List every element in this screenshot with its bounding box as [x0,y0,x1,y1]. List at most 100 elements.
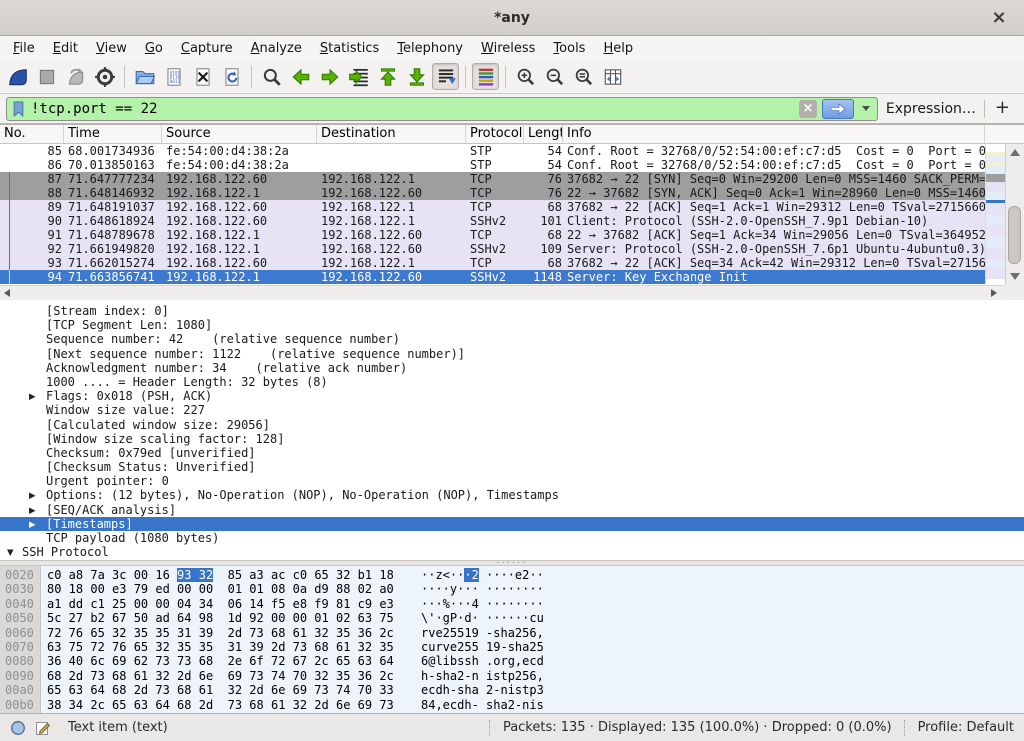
capture-restart-button[interactable] [62,63,89,90]
column-header-proto[interactable]: Protocol [466,125,524,143]
collapse-arrow-icon[interactable]: ▼ [7,546,14,559]
expand-arrow-icon[interactable]: ▶ [29,518,36,531]
detail-line[interactable]: [Stream index: 0] [0,304,1024,318]
scroll-right-arrow-icon[interactable] [991,289,997,297]
zoom-original-button[interactable] [570,63,597,90]
scroll-down-arrow-icon[interactable] [1010,273,1020,280]
packet-row-94[interactable]: 9471.663856741192.168.122.1192.168.122.6… [0,270,985,284]
display-filter-input[interactable]: !tcp.port == 22 × [6,97,878,121]
detail-line[interactable]: ▶[Timestamps] [0,517,1024,531]
resize-columns-button[interactable] [599,63,626,90]
vscrollbar-thumb[interactable] [1008,206,1021,264]
detail-line[interactable]: ▶Flags: 0x018 (PSH, ACK) [0,389,1024,403]
detail-line[interactable]: Urgent pointer: 0 [0,474,1024,488]
expert-info-icon[interactable] [10,720,26,736]
go-to-packet-button[interactable] [345,63,372,90]
capture-options-button[interactable] [91,63,118,90]
filter-dropdown-caret[interactable] [862,106,870,111]
hex-row[interactable]: 006072 76 65 32 35 35 31 39 2d 73 68 61 … [0,626,1024,640]
go-last-button[interactable] [403,63,430,90]
detail-line[interactable]: Sequence number: 42 (relative sequence n… [0,332,1024,346]
menu-item-capture[interactable]: Capture [172,39,242,58]
column-header-time[interactable]: Time [64,125,162,143]
menu-item-edit[interactable]: Edit [44,39,87,58]
capture-stop-button[interactable] [33,63,60,90]
expression-button[interactable]: Expression… [886,101,976,117]
zoom-out-button[interactable] [541,63,568,90]
go-forward-button[interactable] [316,63,343,90]
column-header-len[interactable]: Length [524,125,563,143]
expand-arrow-icon[interactable]: ▶ [29,489,36,502]
expand-arrow-icon[interactable]: ▶ [29,390,36,403]
menu-item-file[interactable]: File [4,39,44,58]
detail-line[interactable]: ▼SSH Protocol [0,545,1024,559]
column-header-no[interactable]: No. [0,125,64,143]
menu-item-statistics[interactable]: Statistics [311,39,388,58]
hex-row[interactable]: 003080 18 00 e3 79 ed 00 00 01 01 08 0a … [0,582,1024,596]
menu-item-tools[interactable]: Tools [544,39,594,58]
detail-line[interactable]: [Next sequence number: 1122 (relative se… [0,347,1024,361]
hex-row[interactable]: 00b038 34 2c 65 63 64 68 2d 73 68 61 32 … [0,698,1024,712]
menu-item-view[interactable]: View [87,39,136,58]
menu-item-go[interactable]: Go [136,39,172,58]
go-first-button[interactable] [374,63,401,90]
scroll-up-arrow-icon[interactable] [1010,149,1020,156]
go-back-button[interactable] [287,63,314,90]
packet-list-hscrollbar[interactable] [0,285,1005,300]
open-file-button[interactable] [131,63,158,90]
reload-file-button[interactable] [218,63,245,90]
hex-row[interactable]: 008036 40 6c 69 62 73 73 68 2e 6f 72 67 … [0,654,1024,668]
add-filter-button[interactable]: + [993,97,1018,120]
clear-filter-button[interactable]: × [799,100,817,118]
column-header-src[interactable]: Source [162,125,317,143]
detail-line[interactable]: [Calculated window size: 29056] [0,418,1024,432]
expand-arrow-icon[interactable]: ▶ [29,504,36,517]
packet-row-86[interactable]: 8670.013850163fe:54:00:d4:38:2aSTP54Conf… [0,158,985,172]
detail-line[interactable]: ▶Options: (12 bytes), No-Operation (NOP)… [0,488,1024,502]
detail-line[interactable]: [Window size scaling factor: 128] [0,432,1024,446]
detail-line[interactable]: Acknowledgment number: 34 (relative ack … [0,361,1024,375]
packet-row-93[interactable]: 9371.662015274192.168.122.60192.168.122.… [0,256,985,270]
hex-row[interactable]: 0020c0 a8 7a 3c 00 16 93 32 85 a3 ac c0 … [0,568,1024,582]
menu-item-analyze[interactable]: Analyze [242,39,311,58]
find-packet-button[interactable] [258,63,285,90]
detail-line[interactable]: ▶[SEQ/ACK analysis] [0,503,1024,517]
bookmark-icon[interactable] [11,100,26,118]
menu-item-telephony[interactable]: Telephony [388,39,472,58]
profile-label[interactable]: Profile: Default [918,720,1014,735]
capture-comment-icon[interactable] [35,720,51,736]
packet-row-87[interactable]: 8771.647777234192.168.122.60192.168.122.… [0,172,985,186]
close-button[interactable]: × [988,6,1010,28]
detail-line[interactable]: Checksum: 0x79ed [unverified] [0,446,1024,460]
apply-filter-button[interactable] [822,99,854,119]
menu-item-help[interactable]: Help [594,39,642,58]
packet-row-92[interactable]: 9271.661949820192.168.122.1192.168.122.6… [0,242,985,256]
hex-row[interactable]: 00505c 27 b2 67 50 ad 64 98 1d 92 00 00 … [0,611,1024,625]
menu-item-wireless[interactable]: Wireless [472,39,544,58]
column-header-info[interactable]: Info [563,125,985,143]
packet-row-90[interactable]: 9071.648618924192.168.122.60192.168.122.… [0,214,985,228]
save-file-button[interactable]: 010101100011 [160,63,187,90]
splitter-handle[interactable]: ······ [496,562,527,565]
detail-line[interactable]: TCP payload (1080 bytes) [0,531,1024,545]
hex-row[interactable]: 007063 75 72 76 65 32 35 35 31 39 2d 73 … [0,640,1024,654]
close-file-button[interactable] [189,63,216,90]
packet-row-89[interactable]: 8971.648191037192.168.122.60192.168.122.… [0,200,985,214]
packet-row-88[interactable]: 8871.648146932192.168.122.1192.168.122.6… [0,186,985,200]
zoom-in-button[interactable] [512,63,539,90]
column-header-dst[interactable]: Destination [317,125,466,143]
detail-line[interactable]: Window size value: 227 [0,403,1024,417]
packet-list-vscrollbar[interactable] [1005,144,1024,285]
hex-row[interactable]: 009068 2d 73 68 61 32 2d 6e 69 73 74 70 … [0,669,1024,683]
auto-scroll-button[interactable] [432,63,459,90]
colorize-button[interactable] [472,63,499,90]
detail-line[interactable]: [TCP Segment Len: 1080] [0,318,1024,332]
detail-line[interactable]: ▶SSH Version 2 (encryption:chacha20-poly… [0,559,1024,560]
hex-row[interactable]: 0040a1 dd c1 25 00 00 04 34 06 14 f5 e8 … [0,597,1024,611]
filter-text[interactable]: !tcp.port == 22 [31,101,794,117]
packet-minimap[interactable] [985,144,1005,285]
capture-start-button[interactable] [4,63,31,90]
hex-row[interactable]: 00a065 63 64 68 2d 73 68 61 32 2d 6e 69 … [0,683,1024,697]
packet-row-85[interactable]: 8568.001734936fe:54:00:d4:38:2aSTP54Conf… [0,144,985,158]
detail-line[interactable]: [Checksum Status: Unverified] [0,460,1024,474]
